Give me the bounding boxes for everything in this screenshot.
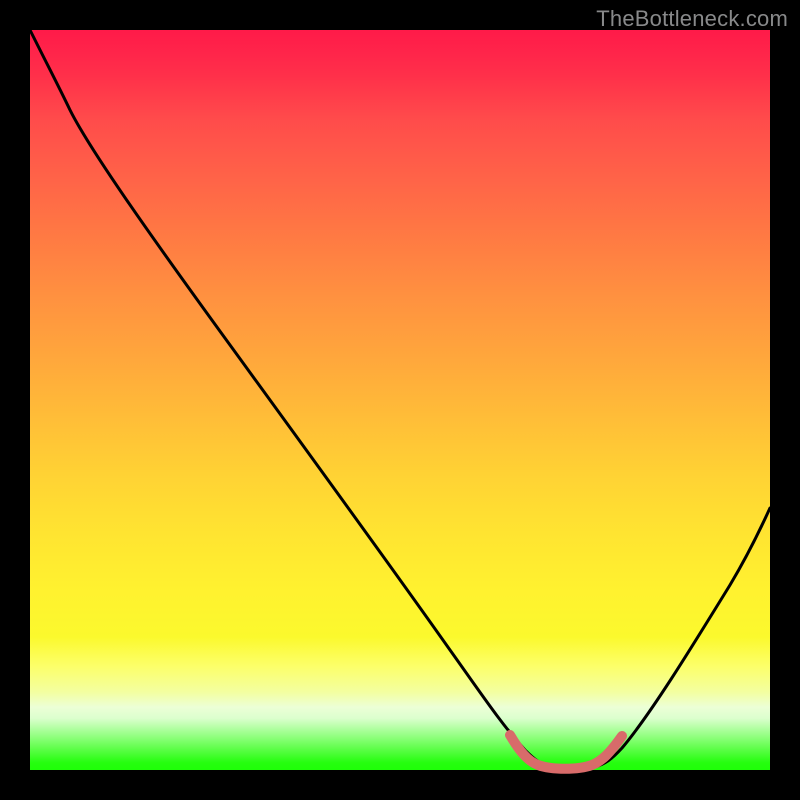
bottleneck-curve (30, 30, 770, 769)
watermark-text: TheBottleneck.com (596, 6, 788, 32)
chart-svg (30, 30, 770, 770)
plot-area (30, 30, 770, 770)
chart-frame: TheBottleneck.com (0, 0, 800, 800)
